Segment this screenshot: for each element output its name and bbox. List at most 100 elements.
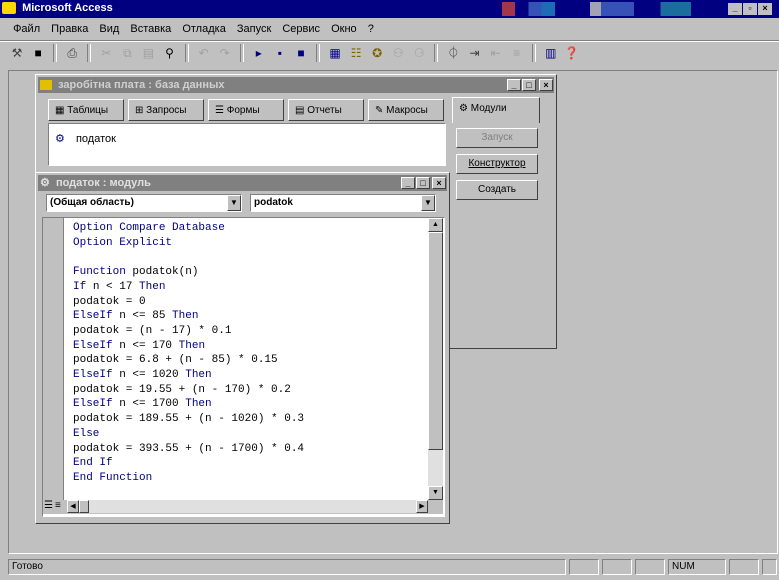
- status-cell-6: [762, 559, 777, 575]
- run-icon[interactable]: ▸: [250, 44, 268, 62]
- watch-icon[interactable]: ⚇: [389, 44, 407, 62]
- code-text: podatok = 6.8 + (n - 85) * 0.15: [73, 354, 278, 367]
- code-line[interactable]: podatok = 6.8 + (n - 85) * 0.15: [73, 353, 304, 368]
- design-button[interactable]: Конструктор: [456, 154, 538, 174]
- tab-forms[interactable]: ☰ Формы: [208, 99, 284, 121]
- code-line[interactable]: podatok = 0: [73, 295, 304, 310]
- outdent-icon[interactable]: ⇤: [487, 44, 505, 62]
- app-title: Microsoft Access: [22, 2, 113, 14]
- break-icon[interactable]: ▪: [271, 44, 289, 62]
- quick-watch-icon[interactable]: ⚆: [410, 44, 428, 62]
- tab-reports[interactable]: ▤ Отчеты: [288, 99, 364, 121]
- menu-run[interactable]: Запуск: [233, 21, 275, 37]
- copy-icon[interactable]: ⧉: [118, 44, 136, 62]
- code-line[interactable]: ElseIf n <= 85 Then: [73, 309, 304, 324]
- menu-file[interactable]: Файл: [9, 21, 44, 37]
- tab-macros[interactable]: ✎ Макросы: [368, 99, 444, 121]
- comment-icon[interactable]: ≡: [508, 44, 526, 62]
- object-browser-icon[interactable]: ✪: [368, 44, 386, 62]
- code-line[interactable]: podatok = 19.55 + (n - 170) * 0.2: [73, 383, 304, 398]
- list-item[interactable]: ⚙ податок: [55, 132, 116, 145]
- module-minimize-button[interactable]: _: [401, 177, 415, 189]
- status-cell-1: [569, 559, 599, 575]
- code-line[interactable]: Function podatok(n): [73, 265, 304, 280]
- h-scroll-thumb[interactable]: [79, 500, 89, 513]
- scroll-thumb[interactable]: [428, 232, 443, 450]
- find-icon[interactable]: ⚲: [161, 44, 179, 62]
- module-window-title-bar: ⚙ податок : модуль: [38, 175, 447, 191]
- vertical-scrollbar[interactable]: ▲ ▼: [428, 218, 443, 500]
- code-line[interactable]: Option Compare Database: [73, 221, 304, 236]
- create-button[interactable]: Создать: [456, 180, 538, 200]
- properties-icon[interactable]: ☷: [347, 44, 365, 62]
- tab-modules[interactable]: ⚙ Модули: [452, 97, 540, 123]
- menu-window[interactable]: Окно: [327, 21, 361, 37]
- procedure-view-icon[interactable]: ☰: [44, 500, 53, 511]
- code-line[interactable]: [73, 250, 304, 265]
- code-keyword: Else: [73, 427, 100, 440]
- scroll-up-button[interactable]: ▲: [428, 218, 443, 232]
- close-button[interactable]: ×: [758, 3, 772, 15]
- code-line[interactable]: ElseIf n <= 1700 Then: [73, 397, 304, 412]
- code-keyword: Then: [185, 369, 212, 382]
- menu-help[interactable]: ?: [364, 21, 378, 37]
- toggle-breakpoint-icon[interactable]: ⏀: [444, 44, 462, 62]
- tab-tables[interactable]: ▦ Таблицы: [48, 99, 124, 121]
- window-list-icons[interactable]: [502, 2, 722, 16]
- save-icon[interactable]: ■: [29, 44, 47, 62]
- code-keyword: Then: [172, 310, 199, 323]
- tab-queries[interactable]: ⊞ Запросы: [128, 99, 204, 121]
- bottom-bar: ☰ ≡ ◀ ▶: [43, 500, 443, 514]
- code-line[interactable]: ElseIf n <= 1020 Then: [73, 368, 304, 383]
- code-keyword: ElseIf: [73, 310, 120, 323]
- access-key-icon: [2, 2, 16, 14]
- restore-button[interactable]: ▫: [743, 3, 757, 15]
- code-line[interactable]: podatok = (n - 17) * 0.1: [73, 324, 304, 339]
- minimize-button[interactable]: _: [728, 3, 742, 15]
- cut-icon[interactable]: ✂: [97, 44, 115, 62]
- status-cell-2: [602, 559, 632, 575]
- menu-tools[interactable]: Сервис: [278, 21, 324, 37]
- database-window-icon[interactable]: ▥: [542, 44, 560, 62]
- toolbar: ⚒ ■ ⎙ ✂ ⧉ ▤ ⚲ ↶ ↷ ▸ ▪ ■ ▦ ☷ ✪ ⚇ ⚆ ⏀ ⇥ ⇤ …: [8, 44, 581, 68]
- menu-insert[interactable]: Вставка: [126, 21, 175, 37]
- code-line[interactable]: If n < 17 Then: [73, 280, 304, 295]
- project-explorer-icon[interactable]: ▦: [326, 44, 344, 62]
- view-icon[interactable]: ⚒: [8, 44, 26, 62]
- code-line[interactable]: Else: [73, 427, 304, 442]
- run-button[interactable]: Запуск: [456, 128, 538, 148]
- module-maximize-button[interactable]: □: [416, 177, 430, 189]
- chevron-down-icon[interactable]: ▼: [421, 195, 435, 211]
- print-icon[interactable]: ⎙: [63, 44, 81, 62]
- code-line[interactable]: Option Explicit: [73, 236, 304, 251]
- full-module-view-icon[interactable]: ≡: [55, 500, 61, 511]
- code-line[interactable]: podatok = 189.55 + (n - 1020) * 0.3: [73, 412, 304, 427]
- db-minimize-button[interactable]: _: [507, 79, 521, 91]
- indent-icon[interactable]: ⇥: [466, 44, 484, 62]
- db-tabs: ▦ Таблицы ⊞ Запросы ☰ Формы ▤ Отчеты ✎ М…: [48, 97, 548, 123]
- code-line[interactable]: End If: [73, 456, 304, 471]
- scroll-left-button[interactable]: ◀: [67, 500, 79, 513]
- reset-icon[interactable]: ■: [292, 44, 310, 62]
- menu-view[interactable]: Вид: [95, 21, 123, 37]
- paste-icon[interactable]: ▤: [139, 44, 157, 62]
- db-maximize-button[interactable]: □: [522, 79, 536, 91]
- code-line[interactable]: podatok = 393.55 + (n - 1700) * 0.4: [73, 442, 304, 457]
- database-window-title-bar: заробітна плата : база данных: [38, 77, 554, 93]
- module-close-button[interactable]: ×: [432, 177, 446, 189]
- redo-icon[interactable]: ↷: [216, 44, 234, 62]
- procedure-combo[interactable]: podatok ▼: [250, 194, 436, 212]
- chevron-down-icon[interactable]: ▼: [227, 195, 241, 211]
- db-close-button[interactable]: ×: [539, 79, 553, 91]
- code-editor[interactable]: Option Compare Database Option Explicit F…: [42, 217, 445, 517]
- object-combo[interactable]: (Общая область) ▼: [46, 194, 242, 212]
- help-icon[interactable]: ❓: [563, 44, 581, 62]
- code-line[interactable]: End Function: [73, 471, 304, 486]
- undo-icon[interactable]: ↶: [195, 44, 213, 62]
- menu-edit[interactable]: Правка: [47, 21, 92, 37]
- code-line[interactable]: ElseIf n <= 170 Then: [73, 339, 304, 354]
- scroll-down-button[interactable]: ▼: [428, 486, 443, 500]
- menu-debug[interactable]: Отладка: [178, 21, 229, 37]
- horizontal-scrollbar[interactable]: [89, 500, 416, 513]
- scroll-right-button[interactable]: ▶: [416, 500, 428, 513]
